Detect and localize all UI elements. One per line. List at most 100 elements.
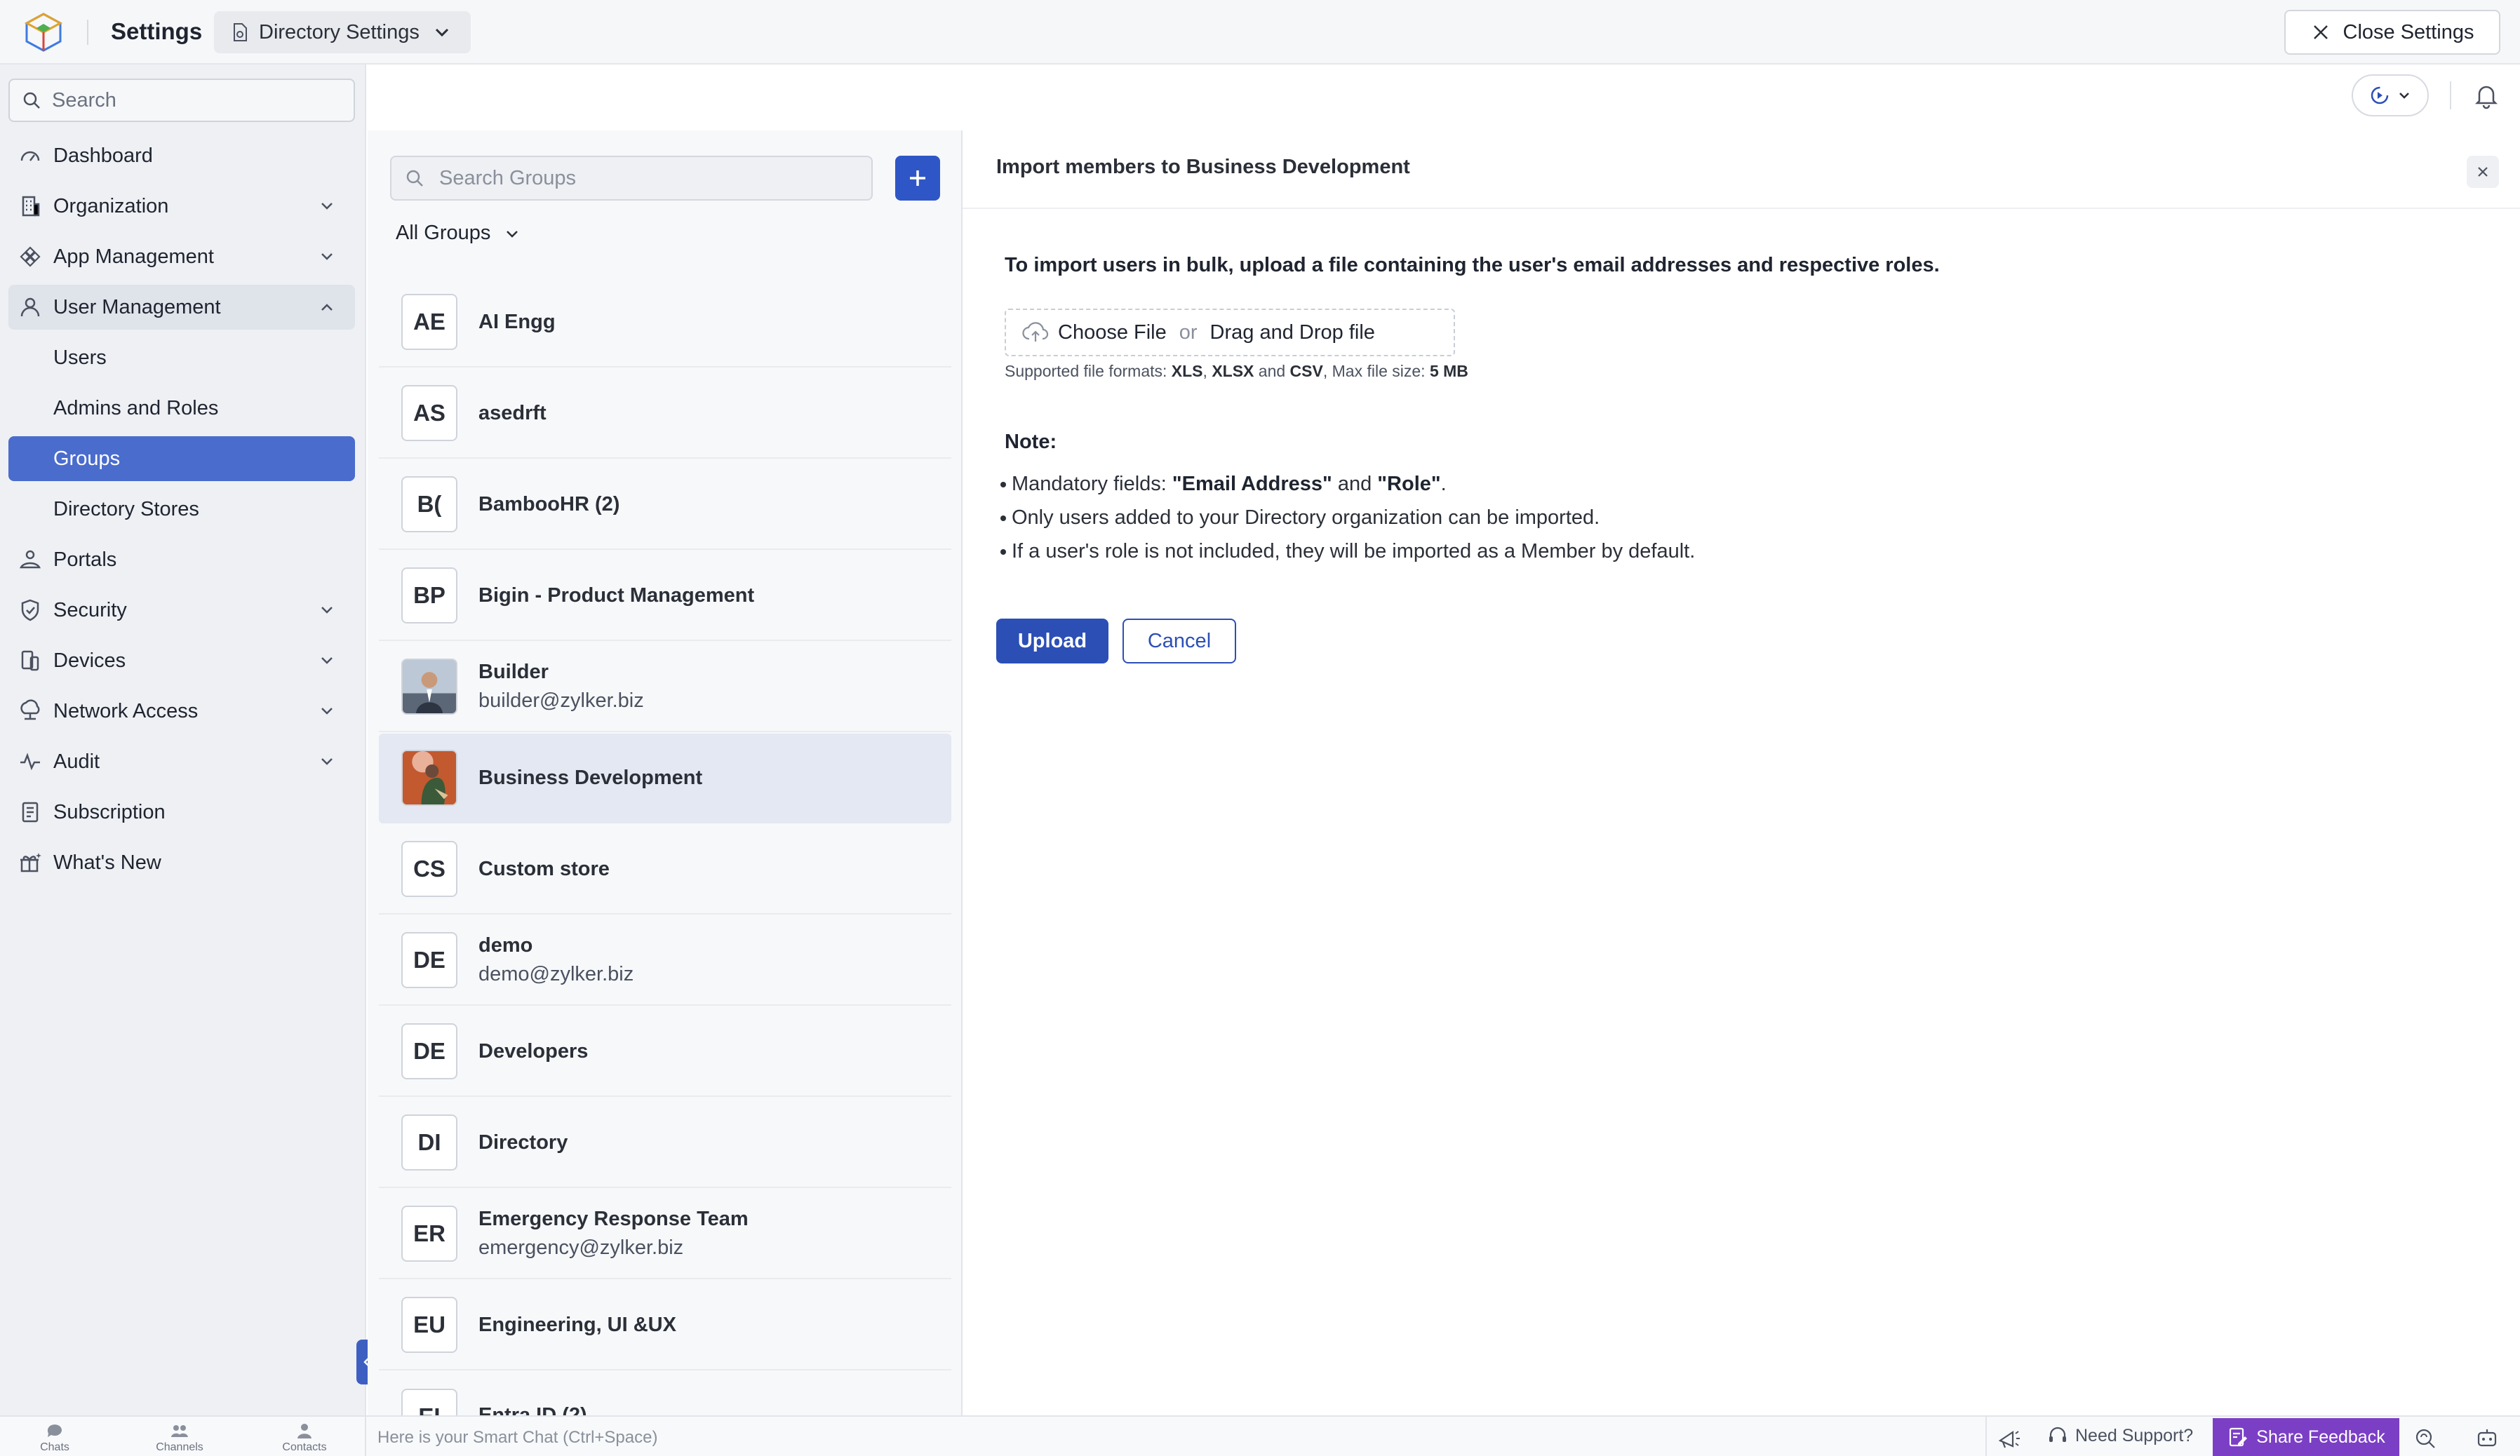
- sidebar-item-label: Audit: [53, 750, 100, 773]
- sidebar-item-whats-new[interactable]: What's New: [8, 840, 355, 885]
- smart-chat-input[interactable]: Here is your Smart Chat (Ctrl+Space): [377, 1428, 657, 1448]
- sidebar-item-audit[interactable]: Audit: [8, 739, 355, 784]
- user-icon: [20, 297, 40, 317]
- add-group-button[interactable]: [895, 156, 940, 201]
- chevron-down-icon: [321, 253, 333, 260]
- sidebar-item-security[interactable]: Security: [8, 588, 355, 633]
- sidebar-item-admins-and-roles[interactable]: Admins and Roles: [8, 386, 355, 431]
- chevron-up-icon: [321, 304, 333, 311]
- group-name: Developers: [478, 1039, 589, 1063]
- group-avatar: AS: [401, 385, 457, 441]
- group-search-input[interactable]: Search Groups: [390, 156, 873, 201]
- note-list: Mandatory fields: "Email Address" and "R…: [1000, 467, 1695, 568]
- search-icon: [23, 92, 40, 109]
- group-name: Business Development: [478, 766, 703, 789]
- upload-button[interactable]: Upload: [996, 619, 1108, 663]
- note-item: Only users added to your Directory organ…: [1000, 501, 1695, 534]
- group-filter-label: All Groups: [396, 222, 491, 244]
- sidebar-item-network-access[interactable]: Network Access: [8, 689, 355, 734]
- group-row[interactable]: BP Bigin - Product Management: [379, 551, 951, 641]
- chat-bubble-icon: [47, 1424, 62, 1437]
- search-chat-icon[interactable]: [2413, 1427, 2437, 1450]
- group-email: demo@zylker.biz: [478, 963, 634, 985]
- note-item: Mandatory fields: "Email Address" and "R…: [1000, 467, 1695, 501]
- sidebar-item-app-management[interactable]: App Management: [8, 234, 355, 279]
- group-filter-dropdown[interactable]: All Groups: [396, 222, 521, 245]
- note-title: Note:: [1005, 431, 1057, 453]
- sidebar-item-subscription[interactable]: Subscription: [8, 790, 355, 835]
- close-settings-label: Close Settings: [2343, 20, 2474, 43]
- group-avatar: AE: [401, 294, 457, 350]
- topbar-divider: [87, 20, 88, 45]
- bot-icon[interactable]: [2475, 1427, 2499, 1450]
- note-field-role: "Role": [1377, 473, 1441, 495]
- portals-icon: [19, 550, 41, 569]
- sidebar-item-devices[interactable]: Devices: [8, 638, 355, 683]
- sidebar-item-user-management[interactable]: User Management: [8, 285, 355, 330]
- chevron-down-icon: [321, 708, 333, 715]
- group-row[interactable]: B( BambooHR (2): [379, 460, 951, 550]
- format-csv: CSV: [1289, 362, 1323, 380]
- import-close-button[interactable]: [2467, 156, 2499, 188]
- need-support-button[interactable]: Need Support?: [2047, 1425, 2193, 1446]
- group-row-selected[interactable]: Business Development: [379, 734, 951, 823]
- announcement-icon[interactable]: [1997, 1427, 2020, 1450]
- note-item: If a user's role is not included, they w…: [1000, 534, 1695, 568]
- choose-file-link[interactable]: Choose File: [1058, 321, 1167, 344]
- group-avatar: B(: [401, 476, 457, 532]
- group-row[interactable]: ER Emergency Response Team emergency@zyl…: [379, 1189, 951, 1279]
- sidebar-item-portals[interactable]: Portals: [8, 537, 355, 582]
- chevron-down-icon: [321, 758, 333, 765]
- directory-settings-dropdown[interactable]: Directory Settings: [214, 11, 471, 53]
- chevron-down-icon: [507, 230, 518, 238]
- share-feedback-button[interactable]: Share Feedback: [2213, 1418, 2399, 1456]
- group-name: asedrft: [478, 401, 547, 424]
- group-row[interactable]: EU Engineering, UI &UX: [379, 1281, 951, 1370]
- chevron-down-icon: [321, 607, 333, 614]
- group-avatar: EU: [401, 1297, 457, 1353]
- groups-panel: Search Groups All Groups AE AI Engg AS a…: [368, 130, 961, 1422]
- sidebar-item-label: User Management: [53, 295, 221, 318]
- sidebar-item-label: Directory Stores: [53, 497, 199, 520]
- status-dropdown[interactable]: [2352, 74, 2429, 116]
- contact-icon: [297, 1424, 311, 1438]
- sidebar-item-directory-stores[interactable]: Directory Stores: [8, 487, 355, 532]
- drag-drop-label: Drag and Drop file: [1209, 321, 1375, 344]
- cancel-button[interactable]: Cancel: [1122, 619, 1236, 663]
- subscription-icon: [22, 802, 39, 823]
- tab-channels[interactable]: Channels: [130, 1420, 229, 1456]
- tab-label: Chats: [40, 1441, 69, 1453]
- sidebar-item-organization[interactable]: Organization: [8, 184, 355, 229]
- group-row[interactable]: Builder builder@zylker.biz: [379, 642, 951, 732]
- group-row[interactable]: AS asedrft: [379, 369, 951, 459]
- format-xlsx: XLSX: [1212, 362, 1254, 380]
- group-avatar: DE: [401, 932, 457, 988]
- sidebar-search-input[interactable]: Search: [8, 79, 355, 122]
- group-row[interactable]: AE AI Engg: [379, 278, 951, 368]
- group-row[interactable]: CS Custom store: [379, 825, 951, 915]
- tab-chats[interactable]: Chats: [6, 1420, 104, 1456]
- sidebar-item-users[interactable]: Users: [8, 335, 355, 380]
- top-bar: Settings Directory Settings Close Settin…: [0, 0, 2520, 65]
- group-row[interactable]: DE Developers: [379, 1007, 951, 1097]
- close-icon: [2313, 25, 2328, 39]
- bell-icon[interactable]: [2472, 81, 2500, 109]
- chevron-down-icon: [321, 203, 333, 210]
- status-icon: [2371, 86, 2389, 105]
- group-name: demo: [478, 934, 533, 957]
- gift-icon: [20, 853, 41, 872]
- app-logo-icon[interactable]: [21, 10, 66, 55]
- sidebar-item-dashboard[interactable]: Dashboard: [8, 133, 355, 178]
- group-avatar: ER: [401, 1206, 457, 1262]
- group-row[interactable]: DI Directory: [379, 1098, 951, 1188]
- file-dropzone[interactable]: Choose File or Drag and Drop file: [1005, 309, 1455, 356]
- close-settings-button[interactable]: Close Settings: [2284, 10, 2500, 55]
- tab-contacts[interactable]: Contacts: [255, 1420, 354, 1456]
- settings-file-icon: [234, 23, 247, 41]
- group-name: Custom store: [478, 857, 610, 880]
- group-search-placeholder: Search Groups: [439, 166, 577, 189]
- sidebar-item-groups[interactable]: Groups: [8, 436, 355, 481]
- share-feedback-label: Share Feedback: [2256, 1427, 2385, 1447]
- group-row[interactable]: DE demo demo@zylker.biz: [379, 916, 951, 1006]
- headset-icon: [2049, 1427, 2066, 1442]
